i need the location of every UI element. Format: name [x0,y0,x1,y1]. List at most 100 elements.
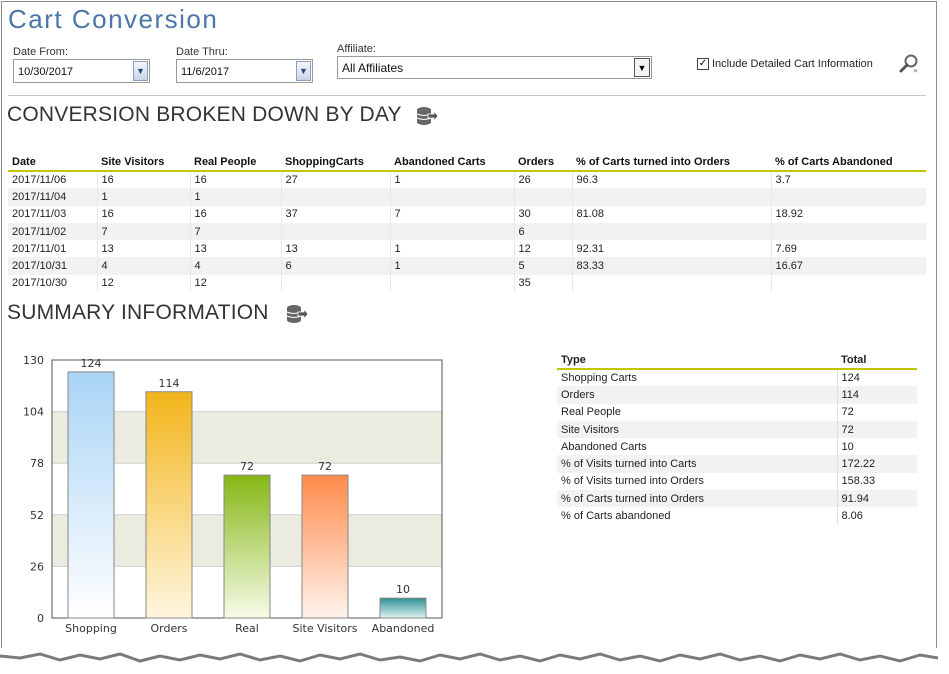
table-cell: 1 [390,171,515,189]
summary-table: Type Total Shopping Carts 124 Orders 114 Rea… [557,352,917,525]
search-icon[interactable]: » [898,53,920,75]
table-cell: Orders [557,386,838,404]
svg-text:»: » [913,66,918,75]
table-cell: 2017/11/04 [8,188,98,206]
conversion-by-day-table: Date Site Visitors Real People ShoppingC… [8,154,926,293]
table-cell: 16 [97,205,191,223]
date-from-label: Date From: [13,46,69,58]
bar-value-label: 124 [81,357,102,370]
table-cell: 1 [390,257,515,275]
x-tick-label: Shopping [65,622,117,635]
table-cell: 91.94 [837,490,917,508]
table-cell: 92.31 [572,240,772,258]
table-cell: 72 [841,406,854,419]
table-cell: 2017/11/02 [8,222,98,241]
col-header: Site Visitors [97,154,190,172]
table-cell: 3.7 [775,174,791,187]
summary-bar-chart: 0 26 52 78 104 130 124 Shopping 114 Orders 72 Real 7… [23,354,443,635]
table-cell: 2017/11/03 [8,205,98,223]
table-row: % of Carts abandoned 8.06 [557,507,917,525]
table-cell: 37 [281,205,391,223]
table-cell: 27 [281,171,391,189]
bar [67,371,115,619]
table-cell: 7.69 [775,242,797,255]
table-cell: Real People [557,403,838,421]
table-cell: 16 [190,171,282,189]
export-database-icon[interactable] [416,106,438,126]
table-cell: 12 [190,274,282,293]
table-cell: 13 [97,240,191,258]
table-row: Real People 72 [557,403,917,421]
page-title: Cart Conversion [8,4,219,34]
chevron-down-icon[interactable]: ▼ [296,61,311,81]
col-header: Date [8,154,97,172]
table-cell: 12 [514,240,573,258]
date-from-select[interactable]: 10/30/2017 ▼ [13,59,150,83]
table-cell: 172.22 [837,455,917,473]
table-cell: 8.06 [841,510,863,523]
table-cell: 18.92 [775,208,804,221]
col-header: Real People [190,154,281,172]
table-cell: 2017/10/30 [8,274,98,293]
table-row: % of Carts turned into Orders 91.94 [557,490,917,508]
table-row: 2017/11/01 13 13 13 1 12 92.31 7.69 [8,240,926,258]
page-frame: Cart Conversion Date From: 10/30/2017 ▼ … [1,1,937,655]
chevron-down-icon[interactable]: ▼ [133,61,148,81]
table-cell: % of Visits turned into Carts [557,455,838,473]
include-detail-label[interactable]: Include Detailed Cart Information [712,58,873,70]
table-row: Site Visitors 72 [557,420,917,439]
table-cell: % of Visits turned into Orders [557,472,838,491]
table-cell: 26 [514,171,573,189]
col-header: Total [837,352,917,370]
col-header: % of Carts turned into Orders [572,154,771,172]
table-cell: Site Visitors [557,420,838,439]
table-cell: % of Carts turned into Orders [557,490,838,508]
table-cell: 114 [837,386,917,404]
table-cell: 72 [837,420,917,439]
x-tick-label: Abandoned [372,622,435,635]
chevron-down-icon[interactable]: ▼ [634,58,650,77]
torn-edge [0,648,939,663]
table-row: Orders 114 [557,386,917,404]
export-database-icon[interactable] [286,304,308,324]
col-header: ShoppingCarts [281,154,390,172]
table-cell: 83.33 [572,257,772,275]
table-cell [390,222,515,241]
table-cell: 7 [390,205,515,223]
table-cell: 5 [514,257,573,275]
table-cell: 158.33 [841,475,876,488]
affiliate-label: Affiliate: [337,43,376,55]
table-cell: 13 [281,240,391,258]
filter-divider [8,95,926,96]
col-header: Type [557,352,837,370]
y-tick-label: 78 [30,457,44,470]
table-cell: 6 [514,222,573,241]
date-thru-select[interactable]: 11/6/2017 ▼ [176,59,313,83]
affiliate-value: All Affiliates [342,61,404,75]
table-cell [771,275,926,292]
by-day-heading: CONVERSION BROKEN DOWN BY DAY [7,103,402,126]
table-row: 2017/11/06 16 16 27 1 26 96.3 3.7 [8,171,926,189]
summary-heading: SUMMARY INFORMATION [7,301,269,324]
table-cell: % of Carts abandoned [557,507,838,525]
affiliate-select[interactable]: All Affiliates ▼ [337,56,652,79]
table-cell: Abandoned Carts [557,438,838,456]
table-cell [572,274,772,293]
table-row: % of Visits turned into Orders 158.33 [557,472,917,491]
date-thru-label: Date Thru: [176,46,228,58]
table-cell: 30 [514,205,573,223]
table-cell: 1 [190,188,282,206]
table-cell [771,222,926,241]
table-row: 2017/11/02 7 7 6 [8,222,926,241]
table-row: % of Visits turned into Carts 172.22 [557,455,917,473]
bar [301,474,349,619]
table-cell: 2017/11/01 [8,240,98,258]
table-row: Shopping Carts 124 [557,369,917,387]
y-tick-label: 0 [37,612,44,625]
table-cell: 4 [97,257,191,275]
col-header: Orders [514,154,572,172]
include-detail-checkbox[interactable]: ✓ [697,58,709,70]
x-tick-label: Site Visitors [292,622,357,635]
table-cell: 6 [281,257,391,275]
table-cell [281,274,391,293]
